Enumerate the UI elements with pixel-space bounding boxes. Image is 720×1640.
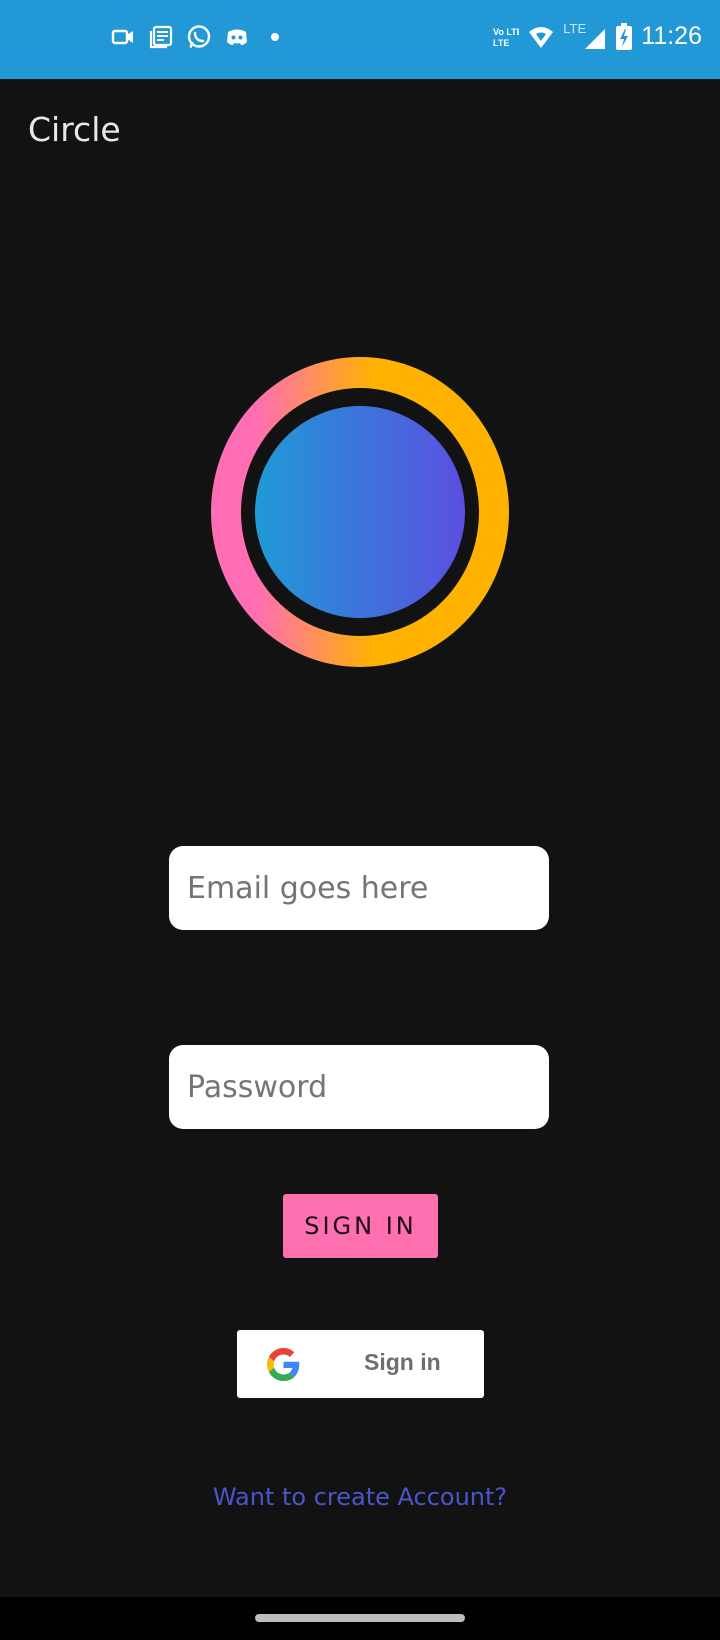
create-account-link[interactable]: Want to create Account? [0,1483,720,1511]
clock: 11:26 [641,22,702,50]
sign-in-button[interactable]: SIGN IN [283,1194,438,1258]
circle-logo [211,357,509,667]
email-field[interactable] [169,846,549,930]
status-bar: Vo LTE LTE LTE 11:26 [0,0,720,79]
dot-icon [271,33,279,41]
logo-core [255,406,465,618]
whatsapp-icon [187,25,211,48]
google-logo-icon [267,1348,300,1381]
news-icon [149,25,173,49]
lte-signal-icon: LTE [563,21,607,51]
home-gesture-handle[interactable] [255,1614,465,1622]
google-sign-in-label: Sign in [364,1349,441,1375]
system-icons: Vo LTE LTE LTE 11:26 [491,21,702,51]
wifi-icon [529,26,554,48]
svg-text:LTE: LTE [493,38,509,48]
notification-icons [110,24,288,50]
volte-icon: Vo LTE LTE [493,27,519,48]
video-call-icon [111,29,133,45]
app-title: Circle [28,110,121,149]
google-sign-in-button[interactable]: Sign in [237,1330,484,1398]
password-field[interactable] [169,1045,549,1129]
discord-icon [227,29,247,45]
battery-charging-icon [616,22,633,50]
svg-text:Vo LTE: Vo LTE [493,27,519,37]
